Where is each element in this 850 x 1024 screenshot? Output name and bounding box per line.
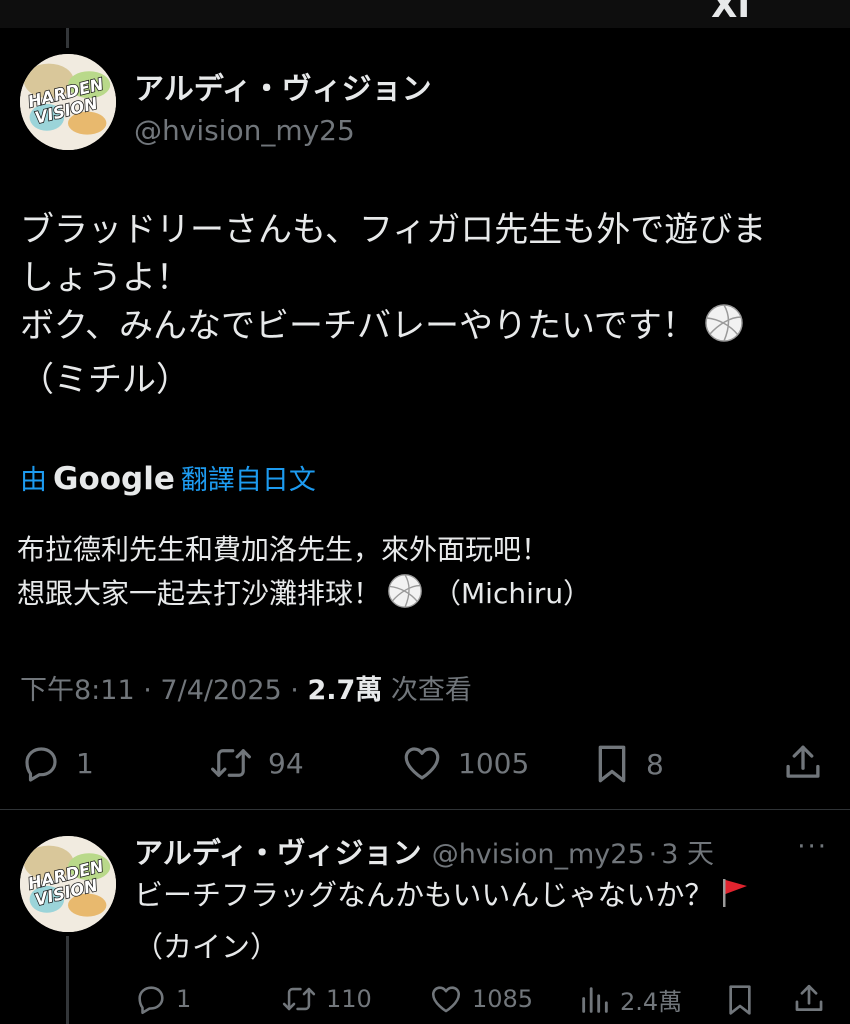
- divider: [0, 809, 850, 810]
- author-handle[interactable]: @hvision_my25: [134, 114, 432, 147]
- reply-repost-button[interactable]: 110: [280, 982, 372, 1016]
- reply-share-button[interactable]: [792, 982, 826, 1016]
- reply-views-button[interactable]: 2.4萬: [578, 982, 682, 1017]
- reply-icon: [25, 747, 57, 782]
- bookmark-icon: [729, 985, 751, 1015]
- meta-separator: ·: [143, 675, 152, 706]
- google-logo-text: Google: [53, 461, 175, 497]
- reply-time[interactable]: 3 天: [661, 832, 714, 871]
- tweet-text-line: しょうよ！: [20, 258, 190, 298]
- red-flag-icon: [717, 875, 753, 924]
- volleyball-icon: [387, 573, 423, 622]
- bookmark-button[interactable]: 8: [592, 742, 664, 786]
- top-bar-glyph: XI: [711, 0, 750, 26]
- views-count[interactable]: 2.7萬: [307, 675, 382, 706]
- bookmark-icon: [598, 745, 626, 783]
- tweet-text: ブラッドリーさんも、フィガロ先生も外で遊びま しょうよ！ ボク、みんなでビーチバ…: [20, 206, 835, 404]
- heart-icon: [431, 986, 461, 1013]
- tweet-text-line: （ミチル）: [20, 360, 190, 400]
- repost-button[interactable]: 94: [208, 742, 304, 784]
- translated-text-line-content: 想跟大家一起去打沙灘排球！: [17, 577, 382, 610]
- translated-text: 布拉德利先生和費加洛先生，來外面玩吧！ 想跟大家一起去打沙灘排球！ （Michi…: [17, 528, 837, 622]
- author-avatar[interactable]: HARDEN VISION: [20, 54, 116, 150]
- translated-text-line: 布拉德利先生和費加洛先生，來外面玩吧！: [17, 533, 550, 566]
- share-icon: [795, 984, 823, 1011]
- repost-count: 94: [268, 746, 304, 780]
- tweet-meta: 下午8:11 · 7/4/2025 · 2.7萬 次查看: [20, 668, 472, 707]
- tweet-text-line-content: ボク、みんなでビーチバレーやりたいです！: [20, 306, 696, 346]
- translated-text-line: 想跟大家一起去打沙灘排球！ （Michiru）: [17, 572, 837, 622]
- reply-meta-separator: ·: [648, 839, 658, 870]
- reply-reply-count: 1: [176, 985, 192, 1013]
- reply-author-info[interactable]: アルディ・ヴィジョン @hvision_my25 · 3 天: [134, 830, 714, 872]
- reply-author-avatar[interactable]: HARDEN VISION: [20, 836, 116, 932]
- tweet-text-line: ブラッドリーさんも、フィガロ先生も外で遊びま: [20, 210, 767, 250]
- reply-repost-count: 110: [326, 985, 372, 1013]
- reply-icon: [138, 986, 164, 1015]
- reply-reply-button[interactable]: 1: [134, 982, 191, 1016]
- tweet-text-line: ボク、みんなでビーチバレーやりたいです！: [20, 302, 835, 356]
- meta-separator: ·: [290, 675, 299, 706]
- heart-icon: [404, 747, 440, 780]
- top-bar: XI: [0, 0, 850, 28]
- thread-line-top: [66, 28, 69, 48]
- views-chart-icon: [582, 986, 608, 1013]
- share-button[interactable]: [782, 742, 824, 784]
- reply-author-display-name[interactable]: アルディ・ヴィジョン: [134, 830, 422, 872]
- more-options-icon[interactable]: ···: [797, 832, 828, 862]
- tweet-actions: 1 94 1005 8: [0, 742, 850, 788]
- reply-text-line: （カイン）: [134, 930, 280, 964]
- translation-prefix: 由: [20, 465, 47, 496]
- like-button[interactable]: 1005: [400, 742, 529, 784]
- reply-text-line-content: ビーチフラッグなんかもいいんじゃないか？: [134, 878, 714, 912]
- repost-icon: [282, 987, 316, 1011]
- reply-tweet-actions: 1 110 1085 2.4萬: [0, 982, 850, 1018]
- translation-source-label[interactable]: 翻譯自日文: [181, 465, 316, 496]
- reply-like-count: 1085: [472, 985, 534, 1013]
- author-display-name[interactable]: アルディ・ヴィジョン: [134, 64, 432, 108]
- reply-count: 1: [76, 746, 94, 780]
- translation-notice[interactable]: 由 Google 翻譯自日文: [20, 458, 316, 497]
- tweet-time[interactable]: 下午8:11: [20, 675, 135, 706]
- tweet-date[interactable]: 7/4/2025: [160, 675, 281, 706]
- translated-text-credit: （Michiru）: [433, 577, 592, 610]
- reply-text-line: ビーチフラッグなんかもいいんじゃないか？: [134, 872, 834, 924]
- reply-bookmark-button[interactable]: [724, 982, 756, 1018]
- author-info[interactable]: アルディ・ヴィジョン @hvision_my25: [134, 64, 432, 147]
- share-icon: [786, 745, 820, 778]
- reply-text: ビーチフラッグなんかもいいんじゃないか？ （カイン）: [134, 872, 834, 970]
- volleyball-icon: [704, 303, 744, 356]
- reply-author-handle[interactable]: @hvision_my25: [432, 839, 645, 870]
- reply-views-count: 2.4萬: [620, 988, 683, 1016]
- reply-like-button[interactable]: 1085: [428, 982, 533, 1016]
- reply-button[interactable]: 1: [20, 742, 94, 784]
- views-label[interactable]: 次查看: [391, 675, 472, 706]
- like-count: 1005: [458, 746, 530, 780]
- bookmark-count: 8: [646, 747, 664, 781]
- repost-icon: [211, 749, 251, 777]
- tweet-detail-page: XI HARDEN VISION アルディ・ヴィジョン @hvision_my2…: [0, 0, 850, 1024]
